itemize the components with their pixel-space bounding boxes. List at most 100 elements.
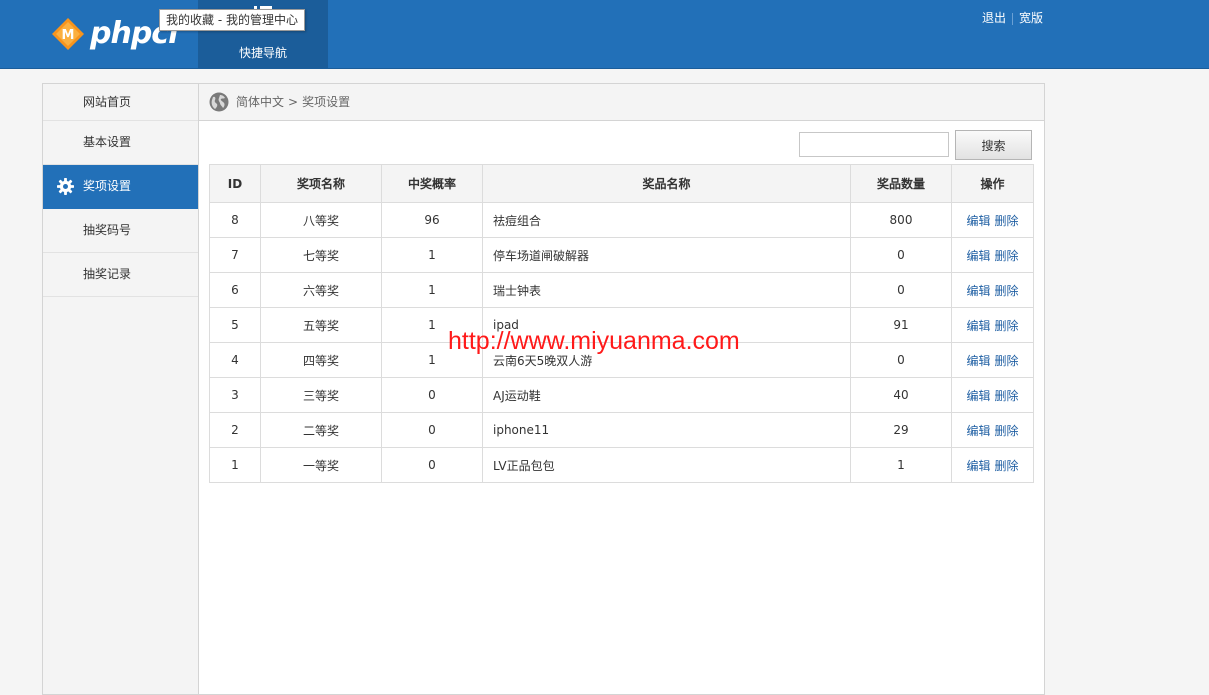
col-header-prize-name: 奖品名称 <box>482 164 851 203</box>
cell-actions: 编辑 删除 <box>951 412 1034 448</box>
cell-prize-name: 停车场道闸破解器 <box>482 237 851 273</box>
cell-probability: 1 <box>381 272 483 308</box>
table-row: 6 六等奖 1 瑞士钟表 0 编辑 删除 <box>209 272 1034 308</box>
cell-id: 2 <box>209 412 261 448</box>
cell-award-name: 七等奖 <box>260 237 382 273</box>
col-header-prize-qty: 奖品数量 <box>850 164 952 203</box>
cell-prize-qty: 0 <box>850 237 952 273</box>
cell-award-name: 四等奖 <box>260 342 382 378</box>
cell-actions: 编辑 删除 <box>951 342 1034 378</box>
cell-probability: 0 <box>381 412 483 448</box>
cell-prize-qty: 1 <box>850 447 952 483</box>
delete-link[interactable]: 删除 <box>995 389 1019 403</box>
logout-link[interactable]: 退出 <box>982 9 1006 26</box>
cell-id: 3 <box>209 377 261 413</box>
cell-prize-name: 云南6天5晚双人游 <box>482 342 851 378</box>
delete-link[interactable]: 删除 <box>995 214 1019 228</box>
delete-link[interactable]: 删除 <box>995 354 1019 368</box>
cell-award-name: 五等奖 <box>260 307 382 343</box>
col-header-actions: 操作 <box>951 164 1034 203</box>
table-row: 8 八等奖 96 祛痘组合 800 编辑 删除 <box>209 202 1034 238</box>
delete-link[interactable]: 删除 <box>995 249 1019 263</box>
cell-id: 5 <box>209 307 261 343</box>
cell-probability: 1 <box>381 307 483 343</box>
cell-probability: 0 <box>381 447 483 483</box>
sidebar-item-label: 抽奖码号 <box>83 223 132 237</box>
cell-id: 8 <box>209 202 261 238</box>
cell-prize-qty: 91 <box>850 307 952 343</box>
cell-probability: 96 <box>381 202 483 238</box>
sidebar-item-label: 基本设置 <box>83 135 132 149</box>
edit-link[interactable]: 编辑 <box>966 424 990 438</box>
breadcrumb-current: 奖项设置 <box>302 95 351 109</box>
wide-mode-link[interactable]: 宽版 <box>1019 9 1043 26</box>
sidebar-item-label: 网站首页 <box>83 95 132 109</box>
delete-link[interactable]: 删除 <box>995 284 1019 298</box>
search-button[interactable]: 搜索 <box>955 130 1032 160</box>
sidebar: 网站首页 基本设置 奖项设置 抽奖码号 抽奖记录 <box>43 84 199 694</box>
cell-prize-qty: 29 <box>850 412 952 448</box>
col-header-award-name: 奖项名称 <box>260 164 382 203</box>
table-row: 3 三等奖 0 AJ运动鞋 40 编辑 删除 <box>209 377 1034 413</box>
breadcrumb-separator: > <box>288 95 299 109</box>
cell-actions: 编辑 删除 <box>951 202 1034 238</box>
top-bar: M phpcl 快捷导航 我的收藏 - 我的管理中心 退出 宽版 <box>0 0 1209 69</box>
sidebar-item-label: 抽奖记录 <box>83 267 132 281</box>
sidebar-item-home[interactable]: 网站首页 <box>43 84 198 121</box>
cell-probability: 0 <box>381 377 483 413</box>
edit-link[interactable]: 编辑 <box>966 389 990 403</box>
edit-link[interactable]: 编辑 <box>966 214 990 228</box>
cell-award-name: 三等奖 <box>260 377 382 413</box>
edit-link[interactable]: 编辑 <box>966 354 990 368</box>
logo-badge: M <box>62 28 75 43</box>
sidebar-item-basic-settings[interactable]: 基本设置 <box>43 121 198 165</box>
cell-prize-qty: 0 <box>850 342 952 378</box>
favorites-tooltip: 我的收藏 - 我的管理中心 <box>159 9 305 31</box>
table-header-row: ID 奖项名称 中奖概率 奖品名称 奖品数量 操作 <box>209 164 1034 203</box>
delete-link[interactable]: 删除 <box>995 424 1019 438</box>
edit-link[interactable]: 编辑 <box>966 319 990 333</box>
cell-prize-name: 祛痘组合 <box>482 202 851 238</box>
table-row: 5 五等奖 1 ipad 91 编辑 删除 <box>209 307 1034 343</box>
awards-table: ID 奖项名称 中奖概率 奖品名称 奖品数量 操作 8 八等奖 96 祛痘组合 … <box>209 164 1034 483</box>
edit-link[interactable]: 编辑 <box>966 284 990 298</box>
cell-id: 6 <box>209 272 261 308</box>
cell-prize-qty: 800 <box>850 202 952 238</box>
globe-icon <box>209 92 229 112</box>
search-input[interactable] <box>799 132 949 157</box>
col-header-probability: 中奖概率 <box>381 164 483 203</box>
sidebar-item-lottery-codes[interactable]: 抽奖码号 <box>43 209 198 253</box>
cell-prize-name: iphone11 <box>482 412 851 448</box>
cell-actions: 编辑 删除 <box>951 447 1034 483</box>
col-header-id: ID <box>209 164 261 203</box>
cell-award-name: 二等奖 <box>260 412 382 448</box>
table-row: 2 二等奖 0 iphone11 29 编辑 删除 <box>209 412 1034 448</box>
gear-icon <box>57 178 74 195</box>
content-area: 简体中文 >奖项设置 搜索 ID 奖项名称 中奖概率 奖品名称 奖品数量 操作 <box>199 84 1044 694</box>
cell-prize-name: 瑞士钟表 <box>482 272 851 308</box>
table-body: 8 八等奖 96 祛痘组合 800 编辑 删除 7 七等奖 1 停车场道闸破解器 … <box>209 202 1034 483</box>
table-row: 7 七等奖 1 停车场道闸破解器 0 编辑 删除 <box>209 237 1034 273</box>
cell-actions: 编辑 删除 <box>951 272 1034 308</box>
cell-id: 1 <box>209 447 261 483</box>
cell-probability: 1 <box>381 342 483 378</box>
edit-link[interactable]: 编辑 <box>966 459 990 473</box>
top-links: 退出 宽版 <box>982 9 1043 26</box>
cell-actions: 编辑 删除 <box>951 307 1034 343</box>
cell-prize-qty: 0 <box>850 272 952 308</box>
cell-award-name: 六等奖 <box>260 272 382 308</box>
sidebar-item-award-settings[interactable]: 奖项设置 <box>43 165 198 209</box>
cell-actions: 编辑 删除 <box>951 237 1034 273</box>
delete-link[interactable]: 删除 <box>995 459 1019 473</box>
delete-link[interactable]: 删除 <box>995 319 1019 333</box>
cell-prize-name: AJ运动鞋 <box>482 377 851 413</box>
cell-prize-qty: 40 <box>850 377 952 413</box>
breadcrumb: 简体中文 > 奖项设置 <box>199 84 1044 121</box>
logo-diamond-icon: M <box>52 18 84 50</box>
edit-link[interactable]: 编辑 <box>966 249 990 263</box>
cell-prize-name: ipad <box>482 307 851 343</box>
sidebar-item-lottery-records[interactable]: 抽奖记录 <box>43 253 198 297</box>
cell-award-name: 八等奖 <box>260 202 382 238</box>
breadcrumb-lang-link[interactable]: 简体中文 <box>236 95 284 109</box>
table-row: 1 一等奖 0 LV正品包包 1 编辑 删除 <box>209 447 1034 483</box>
